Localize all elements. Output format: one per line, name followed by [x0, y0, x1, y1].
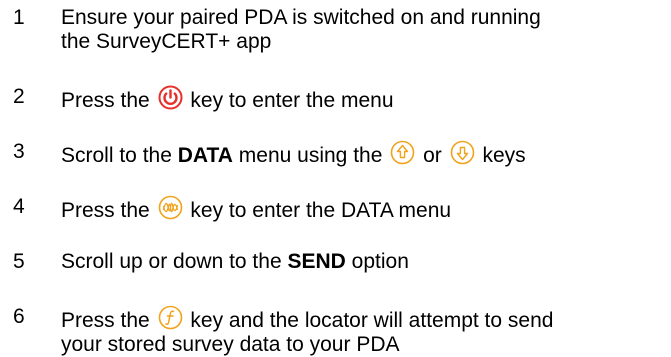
step-number: 2: [13, 85, 25, 108]
step-text: Press the key to enter the DATA menu: [61, 195, 671, 223]
function-key-icon: [158, 305, 183, 330]
step-text-part: Press the: [61, 309, 150, 332]
step-text-part: keys: [482, 144, 526, 167]
step-text-part: Press the: [61, 199, 150, 222]
down-arrow-key-icon: [450, 140, 475, 165]
step-text-part: key and the locator will attempt to send: [190, 309, 554, 332]
step-number: 1: [13, 6, 25, 29]
step-text-line: the SurveyCERT+ app: [61, 30, 272, 53]
step-text: Press the key to enter the menu: [61, 85, 671, 113]
step-text: Scroll to the DATA menu using the or key…: [61, 140, 671, 168]
step-text-line: Ensure your paired PDA is switched on an…: [61, 6, 541, 29]
step-text-part: Scroll to the: [61, 144, 172, 167]
step-text: Scroll up or down to the SEND option: [61, 250, 671, 274]
step-text-part: or: [423, 144, 442, 167]
step-number: 5: [13, 250, 25, 273]
step-text-part: key to enter the menu: [190, 89, 394, 112]
step-text: Press the key and the locator will attem…: [61, 305, 671, 357]
step-text-part: option: [351, 250, 409, 273]
step-number: 4: [13, 195, 25, 218]
option-name-send: SEND: [287, 250, 346, 273]
step-number: 6: [13, 305, 25, 328]
step-text: Ensure your paired PDA is switched on an…: [61, 6, 671, 54]
menu-name-data: DATA: [177, 144, 233, 167]
step-text-part: key to enter the DATA menu: [190, 199, 452, 222]
step-number: 3: [13, 140, 25, 163]
up-arrow-key-icon: [390, 140, 415, 165]
step-text-part: Press the: [61, 89, 150, 112]
mode-key-icon: [158, 195, 183, 220]
step-text-line: your stored survey data to your PDA: [61, 333, 400, 356]
step-text-part: menu using the: [238, 144, 383, 167]
step-text-part: Scroll up or down to the: [61, 250, 282, 273]
power-key-icon: [158, 85, 183, 110]
